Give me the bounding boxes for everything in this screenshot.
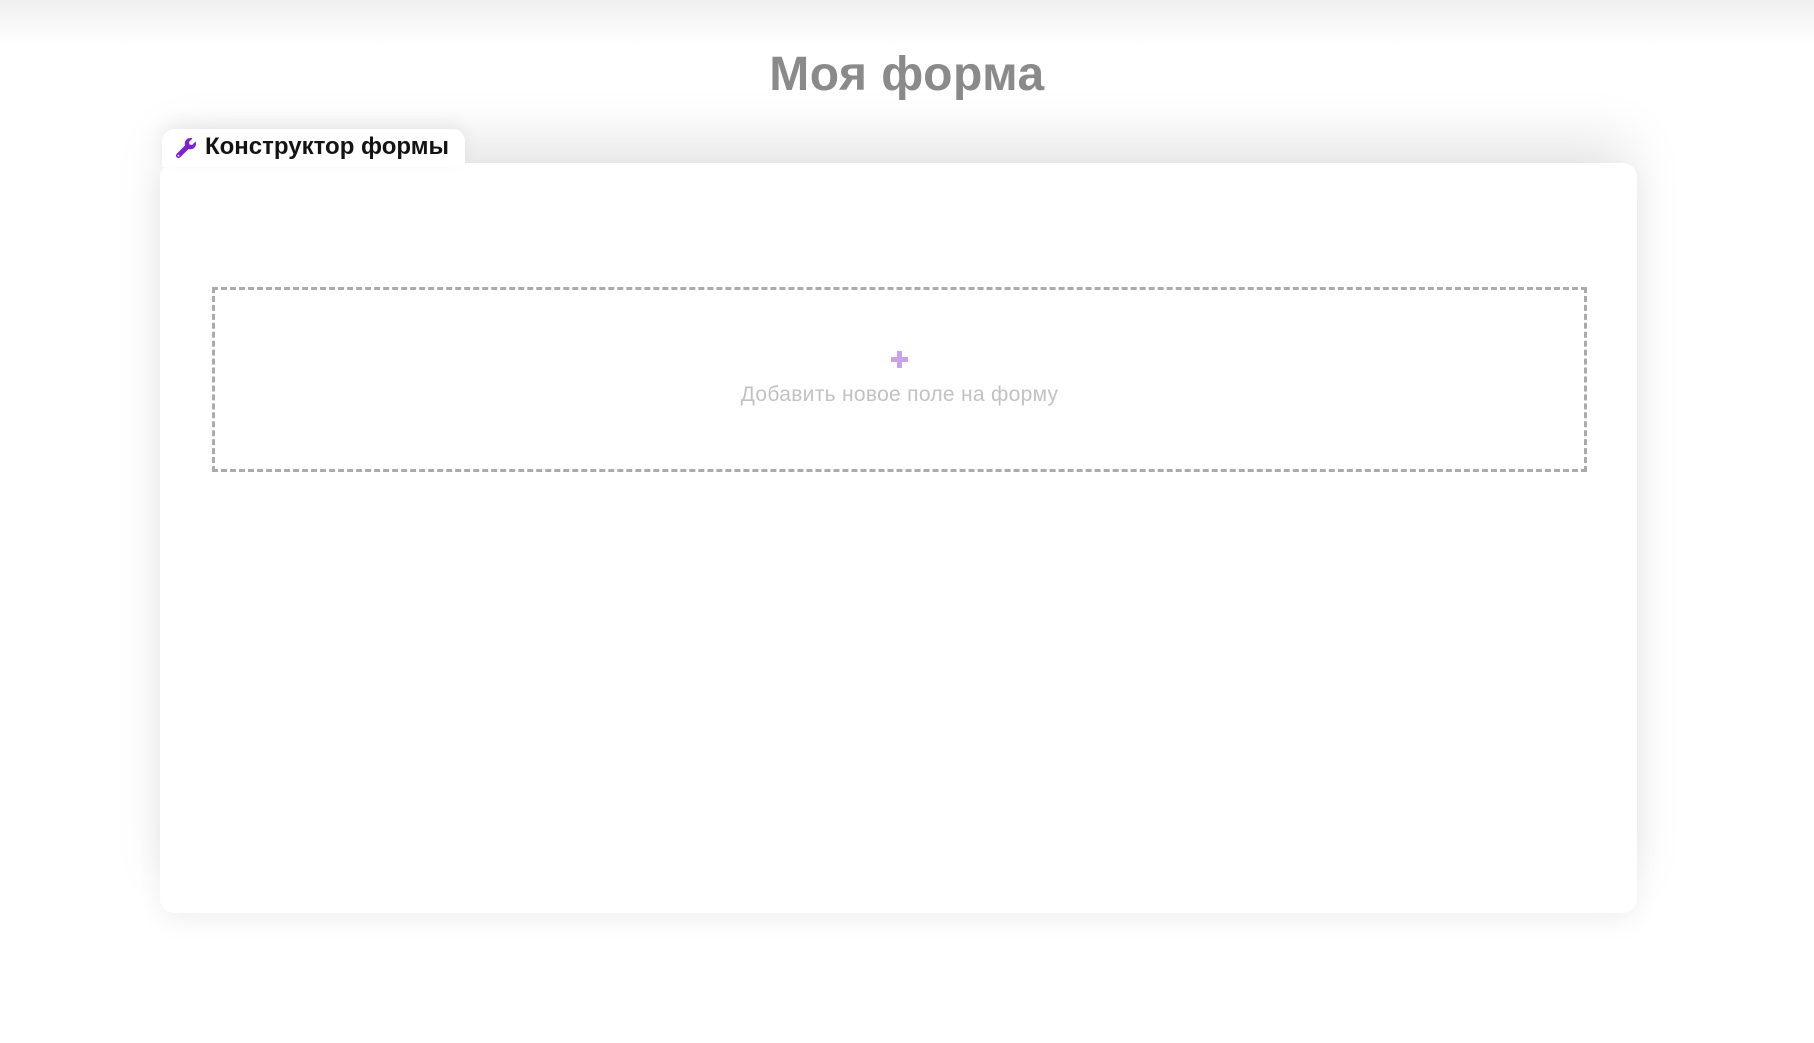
tab-form-constructor-label: Конструктор формы — [205, 135, 449, 161]
top-fade-gradient — [0, 0, 1814, 46]
wrench-icon — [176, 138, 196, 158]
plus-icon — [891, 351, 908, 368]
add-field-dropzone[interactable]: Добавить новое поле на форму — [212, 287, 1587, 472]
page-title: Моя форма — [0, 46, 1814, 104]
tab-form-constructor[interactable]: Конструктор формы — [162, 129, 465, 167]
add-field-label: Добавить новое поле на форму — [741, 382, 1059, 407]
form-builder-card: Добавить новое поле на форму — [160, 163, 1637, 913]
form-builder-section: Конструктор формы Добавить новое поле на… — [160, 129, 1637, 913]
